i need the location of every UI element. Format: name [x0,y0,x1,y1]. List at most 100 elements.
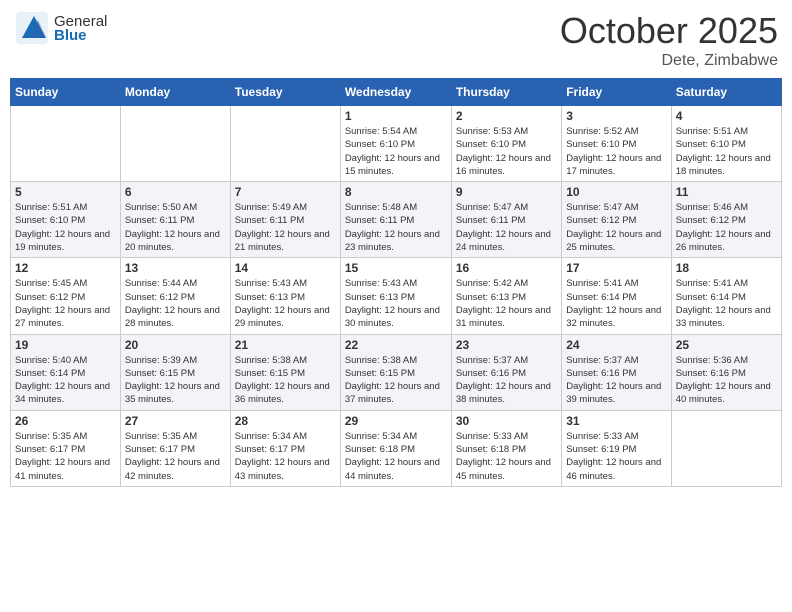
calendar-cell: 2 Sunrise: 5:53 AMSunset: 6:10 PMDaylight… [451,106,561,182]
day-number: 9 [456,185,557,199]
calendar-cell: 6 Sunrise: 5:50 AMSunset: 6:11 PMDaylight… [120,182,230,258]
calendar-cell: 23Sunrise: 5:37 AMSunset: 6:16 PMDayligh… [451,334,561,410]
calendar-cell: 5 Sunrise: 5:51 AMSunset: 6:10 PMDaylight… [11,182,121,258]
calendar: SundayMondayTuesdayWednesdayThursdayFrid… [10,78,782,487]
calendar-week-1: 1 Sunrise: 5:54 AMSunset: 6:10 PMDaylight… [11,106,782,182]
day-info: Sunrise: 5:33 AMSunset: 6:18 PMDaylight:… [456,430,557,483]
day-info: Sunrise: 5:34 AMSunset: 6:17 PMDaylight:… [235,430,336,483]
day-number: 5 [15,185,116,199]
day-number: 17 [566,261,666,275]
calendar-week-2: 5 Sunrise: 5:51 AMSunset: 6:10 PMDaylight… [11,182,782,258]
day-info: Sunrise: 5:47 AMSunset: 6:12 PMDaylight:… [566,201,666,254]
logo: General Blue [14,10,107,46]
day-number: 23 [456,338,557,352]
page-header: General Blue October 2025 Dete, Zimbabwe [10,10,782,70]
day-info: Sunrise: 5:42 AMSunset: 6:13 PMDaylight:… [456,277,557,330]
weekday-thursday: Thursday [451,79,561,106]
day-info: Sunrise: 5:41 AMSunset: 6:14 PMDaylight:… [676,277,777,330]
day-info: Sunrise: 5:40 AMSunset: 6:14 PMDaylight:… [15,354,116,407]
calendar-cell: 3 Sunrise: 5:52 AMSunset: 6:10 PMDaylight… [562,106,671,182]
day-number: 1 [345,109,447,123]
weekday-header-row: SundayMondayTuesdayWednesdayThursdayFrid… [11,79,782,106]
calendar-cell [230,106,340,182]
day-info: Sunrise: 5:49 AMSunset: 6:11 PMDaylight:… [235,201,336,254]
day-number: 18 [676,261,777,275]
calendar-cell: 10 Sunrise: 5:47 AMSunset: 6:12 PMDayligh… [562,182,671,258]
calendar-cell: 21Sunrise: 5:38 AMSunset: 6:15 PMDayligh… [230,334,340,410]
weekday-friday: Friday [562,79,671,106]
day-info: Sunrise: 5:52 AMSunset: 6:10 PMDaylight:… [566,125,666,178]
logo-icon [14,10,50,46]
calendar-cell: 14Sunrise: 5:43 AMSunset: 6:13 PMDayligh… [230,258,340,334]
day-number: 11 [676,185,777,199]
calendar-cell: 16Sunrise: 5:42 AMSunset: 6:13 PMDayligh… [451,258,561,334]
calendar-week-3: 12Sunrise: 5:45 AMSunset: 6:12 PMDayligh… [11,258,782,334]
day-info: Sunrise: 5:44 AMSunset: 6:12 PMDaylight:… [125,277,226,330]
calendar-cell: 9 Sunrise: 5:47 AMSunset: 6:11 PMDaylight… [451,182,561,258]
day-number: 21 [235,338,336,352]
calendar-cell: 19 Sunrise: 5:40 AMSunset: 6:14 PMDayligh… [11,334,121,410]
day-info: Sunrise: 5:51 AMSunset: 6:10 PMDaylight:… [15,201,116,254]
calendar-cell: 7 Sunrise: 5:49 AMSunset: 6:11 PMDaylight… [230,182,340,258]
day-number: 4 [676,109,777,123]
day-info: Sunrise: 5:43 AMSunset: 6:13 PMDaylight:… [345,277,447,330]
day-number: 25 [676,338,777,352]
weekday-saturday: Saturday [671,79,781,106]
month-title: October 2025 [560,10,778,52]
day-info: Sunrise: 5:53 AMSunset: 6:10 PMDaylight:… [456,125,557,178]
calendar-cell [671,410,781,486]
day-info: Sunrise: 5:48 AMSunset: 6:11 PMDaylight:… [345,201,447,254]
day-number: 27 [125,414,226,428]
day-info: Sunrise: 5:35 AMSunset: 6:17 PMDaylight:… [125,430,226,483]
day-number: 3 [566,109,666,123]
day-number: 10 [566,185,666,199]
calendar-cell: 22 Sunrise: 5:38 AMSunset: 6:15 PMDayligh… [340,334,451,410]
calendar-cell: 26Sunrise: 5:35 AMSunset: 6:17 PMDayligh… [11,410,121,486]
day-number: 24 [566,338,666,352]
weekday-wednesday: Wednesday [340,79,451,106]
calendar-cell: 31Sunrise: 5:33 AMSunset: 6:19 PMDayligh… [562,410,671,486]
day-info: Sunrise: 5:35 AMSunset: 6:17 PMDaylight:… [15,430,116,483]
day-number: 22 [345,338,447,352]
calendar-cell [11,106,121,182]
day-info: Sunrise: 5:34 AMSunset: 6:18 PMDaylight:… [345,430,447,483]
calendar-cell: 4 Sunrise: 5:51 AMSunset: 6:10 PMDaylight… [671,106,781,182]
calendar-cell: 1 Sunrise: 5:54 AMSunset: 6:10 PMDaylight… [340,106,451,182]
calendar-cell: 25 Sunrise: 5:36 AMSunset: 6:16 PMDayligh… [671,334,781,410]
day-info: Sunrise: 5:36 AMSunset: 6:16 PMDaylight:… [676,354,777,407]
weekday-monday: Monday [120,79,230,106]
calendar-cell: 30Sunrise: 5:33 AMSunset: 6:18 PMDayligh… [451,410,561,486]
day-number: 6 [125,185,226,199]
day-number: 13 [125,261,226,275]
day-number: 19 [15,338,116,352]
calendar-cell: 17Sunrise: 5:41 AMSunset: 6:14 PMDayligh… [562,258,671,334]
calendar-cell: 29 Sunrise: 5:34 AMSunset: 6:18 PMDayligh… [340,410,451,486]
logo-text: General Blue [54,13,107,44]
calendar-cell: 20Sunrise: 5:39 AMSunset: 6:15 PMDayligh… [120,334,230,410]
day-number: 29 [345,414,447,428]
day-info: Sunrise: 5:47 AMSunset: 6:11 PMDaylight:… [456,201,557,254]
calendar-cell: 27 Sunrise: 5:35 AMSunset: 6:17 PMDayligh… [120,410,230,486]
day-info: Sunrise: 5:50 AMSunset: 6:11 PMDaylight:… [125,201,226,254]
logo-symbol [14,10,50,46]
day-number: 2 [456,109,557,123]
calendar-cell: 15 Sunrise: 5:43 AMSunset: 6:13 PMDayligh… [340,258,451,334]
day-number: 15 [345,261,447,275]
calendar-cell: 12Sunrise: 5:45 AMSunset: 6:12 PMDayligh… [11,258,121,334]
day-number: 8 [345,185,447,199]
day-number: 31 [566,414,666,428]
day-info: Sunrise: 5:38 AMSunset: 6:15 PMDaylight:… [345,354,447,407]
calendar-week-5: 26Sunrise: 5:35 AMSunset: 6:17 PMDayligh… [11,410,782,486]
day-number: 14 [235,261,336,275]
day-number: 7 [235,185,336,199]
day-info: Sunrise: 5:54 AMSunset: 6:10 PMDaylight:… [345,125,447,178]
weekday-sunday: Sunday [11,79,121,106]
calendar-cell: 11 Sunrise: 5:46 AMSunset: 6:12 PMDayligh… [671,182,781,258]
calendar-cell: 8 Sunrise: 5:48 AMSunset: 6:11 PMDaylight… [340,182,451,258]
title-area: October 2025 Dete, Zimbabwe [560,10,778,70]
calendar-cell: 28Sunrise: 5:34 AMSunset: 6:17 PMDayligh… [230,410,340,486]
weekday-tuesday: Tuesday [230,79,340,106]
day-info: Sunrise: 5:39 AMSunset: 6:15 PMDaylight:… [125,354,226,407]
day-info: Sunrise: 5:51 AMSunset: 6:10 PMDaylight:… [676,125,777,178]
day-info: Sunrise: 5:46 AMSunset: 6:12 PMDaylight:… [676,201,777,254]
